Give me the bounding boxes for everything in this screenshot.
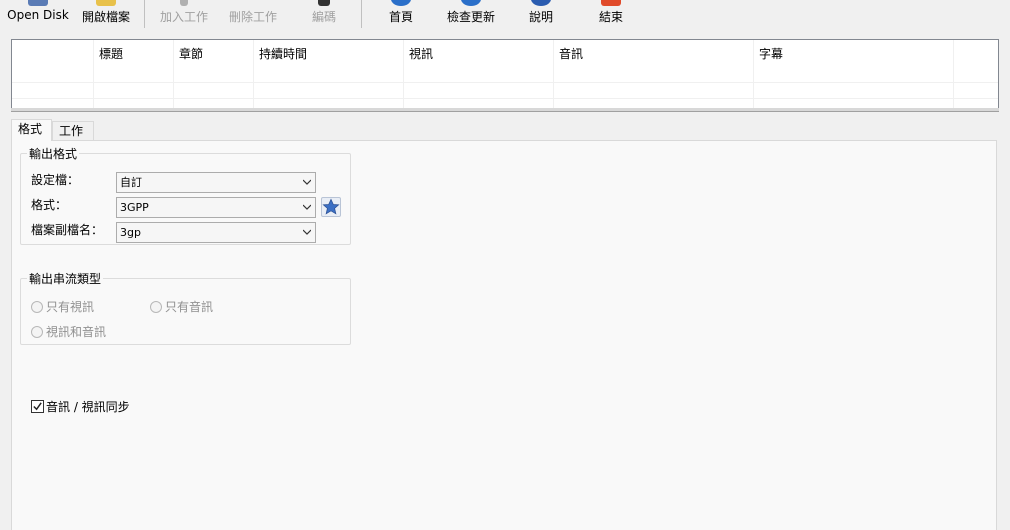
column-header-label: 標題	[99, 47, 124, 61]
audio-only-radio[interactable]: 只有音訊	[150, 298, 213, 315]
chevron-down-icon	[303, 179, 311, 185]
file-extension-value: 3gp	[120, 226, 141, 239]
help-icon	[531, 0, 551, 6]
format-label: 格式：	[31, 198, 68, 212]
star-icon	[322, 198, 340, 215]
output-format-group: 輸出格式 設定檔： 自訂 格式： 3GPP 檔案副檔名： 3gp	[20, 145, 351, 245]
encode-icon	[318, 0, 330, 6]
file-extension-dropdown[interactable]: 3gp	[116, 222, 316, 243]
open-disk-button[interactable]: Open Disk	[2, 0, 74, 30]
av-sync-label: 音訊 / 視訊同步	[46, 400, 130, 414]
home-label: 首頁	[388, 10, 413, 24]
checkmark-icon	[33, 402, 42, 411]
list-row-divider	[12, 82, 998, 83]
stream-type-title: 輸出串流類型	[27, 270, 104, 287]
add-task-button[interactable]: 加入工作	[156, 0, 212, 30]
tab-task-label: 工作	[59, 124, 84, 138]
home-button[interactable]: 首頁	[380, 0, 422, 30]
folder-icon	[96, 0, 116, 6]
delete-task-label: 刪除工作	[228, 10, 277, 24]
format-tab-panel: 輸出格式 設定檔： 自訂 格式： 3GPP 檔案副檔名： 3gp 輸出串流類型 …	[11, 140, 997, 530]
disk-icon	[28, 0, 48, 6]
format-dropdown[interactable]: 3GPP	[116, 197, 316, 218]
video-audio-label: 視訊和音訊	[46, 325, 107, 339]
help-button[interactable]: 說明	[520, 0, 562, 30]
toolbar: Open Disk 開啟檔案 加入工作 刪除工作 編碼 首頁 檢查更新 說明 結…	[0, 0, 1010, 30]
profile-dropdown[interactable]: 自訂	[116, 172, 316, 193]
help-label: 說明	[528, 10, 553, 24]
format-value: 3GPP	[120, 201, 149, 214]
check-update-label: 檢查更新	[446, 10, 495, 24]
open-file-label: 開啟檔案	[81, 10, 130, 24]
open-file-button[interactable]: 開啟檔案	[78, 0, 134, 30]
column-header-label: 字幕	[759, 47, 784, 61]
exit-icon	[601, 0, 621, 6]
delete-task-button[interactable]: 刪除工作	[225, 0, 281, 30]
encode-button[interactable]: 編碼	[302, 0, 346, 30]
chevron-down-icon	[303, 204, 311, 210]
encode-label: 編碼	[311, 10, 336, 24]
update-icon	[461, 0, 481, 6]
radio-circle	[150, 301, 162, 313]
video-only-radio[interactable]: 只有視訊	[31, 298, 94, 315]
column-header-label: 章節	[179, 47, 204, 61]
add-task-icon	[180, 0, 188, 6]
tab-format-label: 格式	[18, 122, 43, 136]
favorite-format-button[interactable]	[321, 197, 341, 217]
stream-type-group: 輸出串流類型 只有視訊 只有音訊 視訊和音訊	[20, 270, 351, 345]
toolbar-separator	[144, 0, 145, 28]
list-row-divider	[12, 98, 998, 99]
radio-circle	[31, 326, 43, 338]
column-header-label: 持續時間	[259, 47, 308, 61]
exit-label: 結束	[598, 10, 623, 24]
chevron-down-icon	[303, 229, 311, 235]
add-task-label: 加入工作	[159, 10, 208, 24]
radio-circle	[31, 301, 43, 313]
output-format-title: 輸出格式	[27, 145, 80, 162]
tab-format[interactable]: 格式	[11, 119, 52, 141]
av-sync-checkbox[interactable]: 音訊 / 視訊同步	[31, 398, 130, 415]
column-header-label: 音訊	[559, 47, 584, 61]
column-header-label: 視訊	[409, 47, 434, 61]
profile-value: 自訂	[120, 176, 142, 189]
title-list[interactable]: 標題 章節 持續時間 視訊 音訊 字幕	[11, 39, 999, 109]
checkbox-box	[31, 400, 44, 413]
file-extension-label: 檔案副檔名：	[31, 223, 104, 237]
audio-only-label: 只有音訊	[165, 300, 214, 314]
open-disk-label: Open Disk	[7, 8, 69, 22]
tab-task[interactable]: 工作	[52, 121, 94, 140]
toolbar-separator	[361, 0, 362, 28]
video-audio-radio[interactable]: 視訊和音訊	[31, 323, 106, 340]
video-only-label: 只有視訊	[46, 300, 95, 314]
home-icon	[391, 0, 411, 6]
list-scrollbar[interactable]	[11, 108, 999, 112]
exit-button[interactable]: 結束	[590, 0, 632, 30]
profile-label: 設定檔：	[31, 173, 80, 187]
check-update-button[interactable]: 檢查更新	[442, 0, 500, 30]
